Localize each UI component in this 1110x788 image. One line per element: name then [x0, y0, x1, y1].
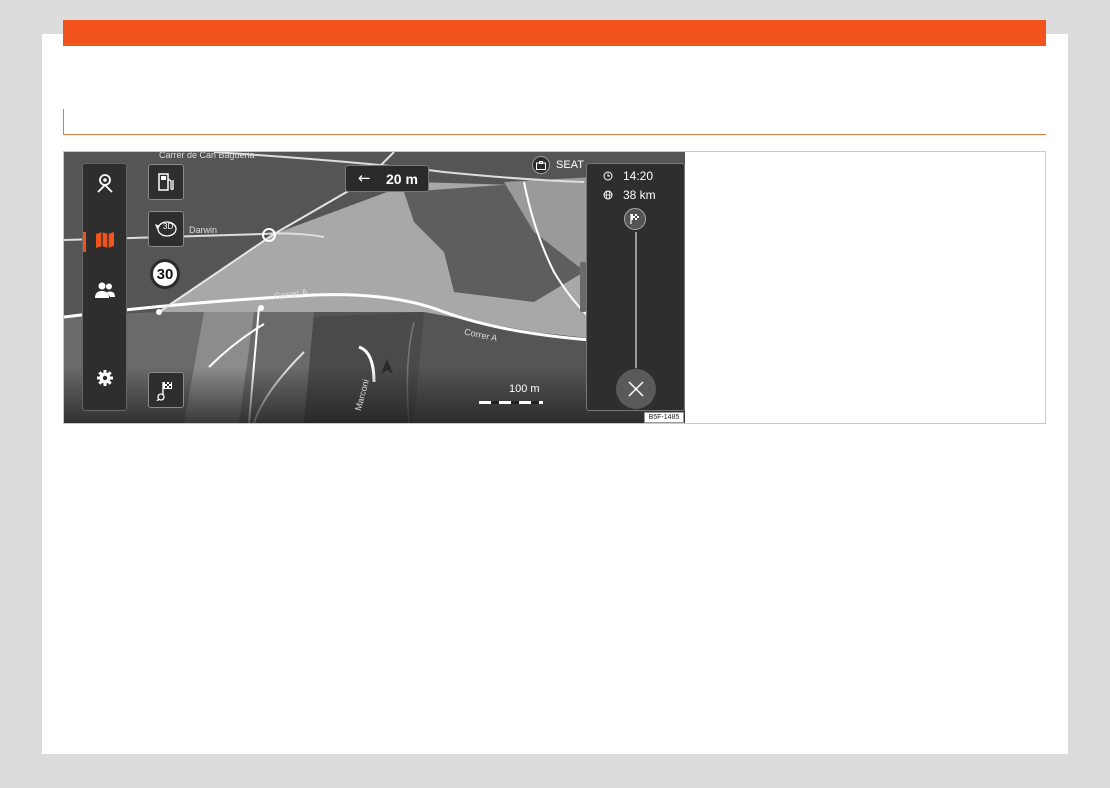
destination-search-button[interactable]: [148, 372, 184, 408]
destination-flag-icon[interactable]: [624, 208, 646, 230]
scale-bar: [479, 401, 543, 404]
section-heading-rule: [63, 109, 1046, 135]
left-menu: [82, 163, 127, 411]
active-indicator: [83, 232, 86, 252]
street-label: Carrer de Can Bagueria: [159, 152, 255, 160]
navigation-button[interactable]: [91, 169, 119, 197]
fuel-pump-icon: [158, 173, 174, 191]
cancel-route-button[interactable]: [616, 369, 656, 409]
navigation-icon: [97, 174, 113, 193]
view-3d-button[interactable]: 3D: [148, 211, 184, 247]
distance-row: 38 km: [603, 188, 656, 202]
street-label: Darwin: [189, 225, 218, 235]
arrival-time-row: 14:20: [603, 169, 653, 183]
gear-icon: [97, 370, 113, 386]
route-panel: 14:20 38 km: [586, 163, 685, 411]
header-bar: [63, 20, 1046, 46]
fuel-station-button[interactable]: [148, 164, 184, 200]
people-icon: [95, 282, 115, 298]
turn-instruction: ← 20 m: [345, 165, 429, 192]
close-icon: [628, 381, 644, 397]
route-progress-line: [635, 232, 637, 368]
speed-limit-sign: 30: [150, 259, 180, 289]
destination-search-icon: [156, 382, 172, 401]
turn-distance: 20 m: [386, 171, 418, 187]
globe-icon: [603, 190, 613, 200]
map-icon: [96, 232, 114, 248]
arrival-time: 14:20: [623, 169, 654, 183]
poi-label: SEAT: [556, 159, 584, 171]
briefcase-icon: [532, 156, 550, 174]
scale-label: 100 m: [509, 383, 540, 395]
turn-left-arrow-icon: ←: [358, 169, 371, 187]
people-button[interactable]: [91, 276, 119, 304]
view-mode-label: 3D: [163, 222, 174, 231]
poi-marker[interactable]: SEAT: [532, 156, 584, 174]
clock-icon: [603, 171, 613, 181]
figure-code: B5F-1485: [644, 412, 684, 423]
remaining-distance: 38 km: [623, 188, 656, 202]
navigation-screen: Carrer de Can Bagueria Darwin Correr A C…: [64, 152, 685, 423]
map-button[interactable]: [91, 226, 119, 254]
settings-button[interactable]: [91, 364, 119, 392]
